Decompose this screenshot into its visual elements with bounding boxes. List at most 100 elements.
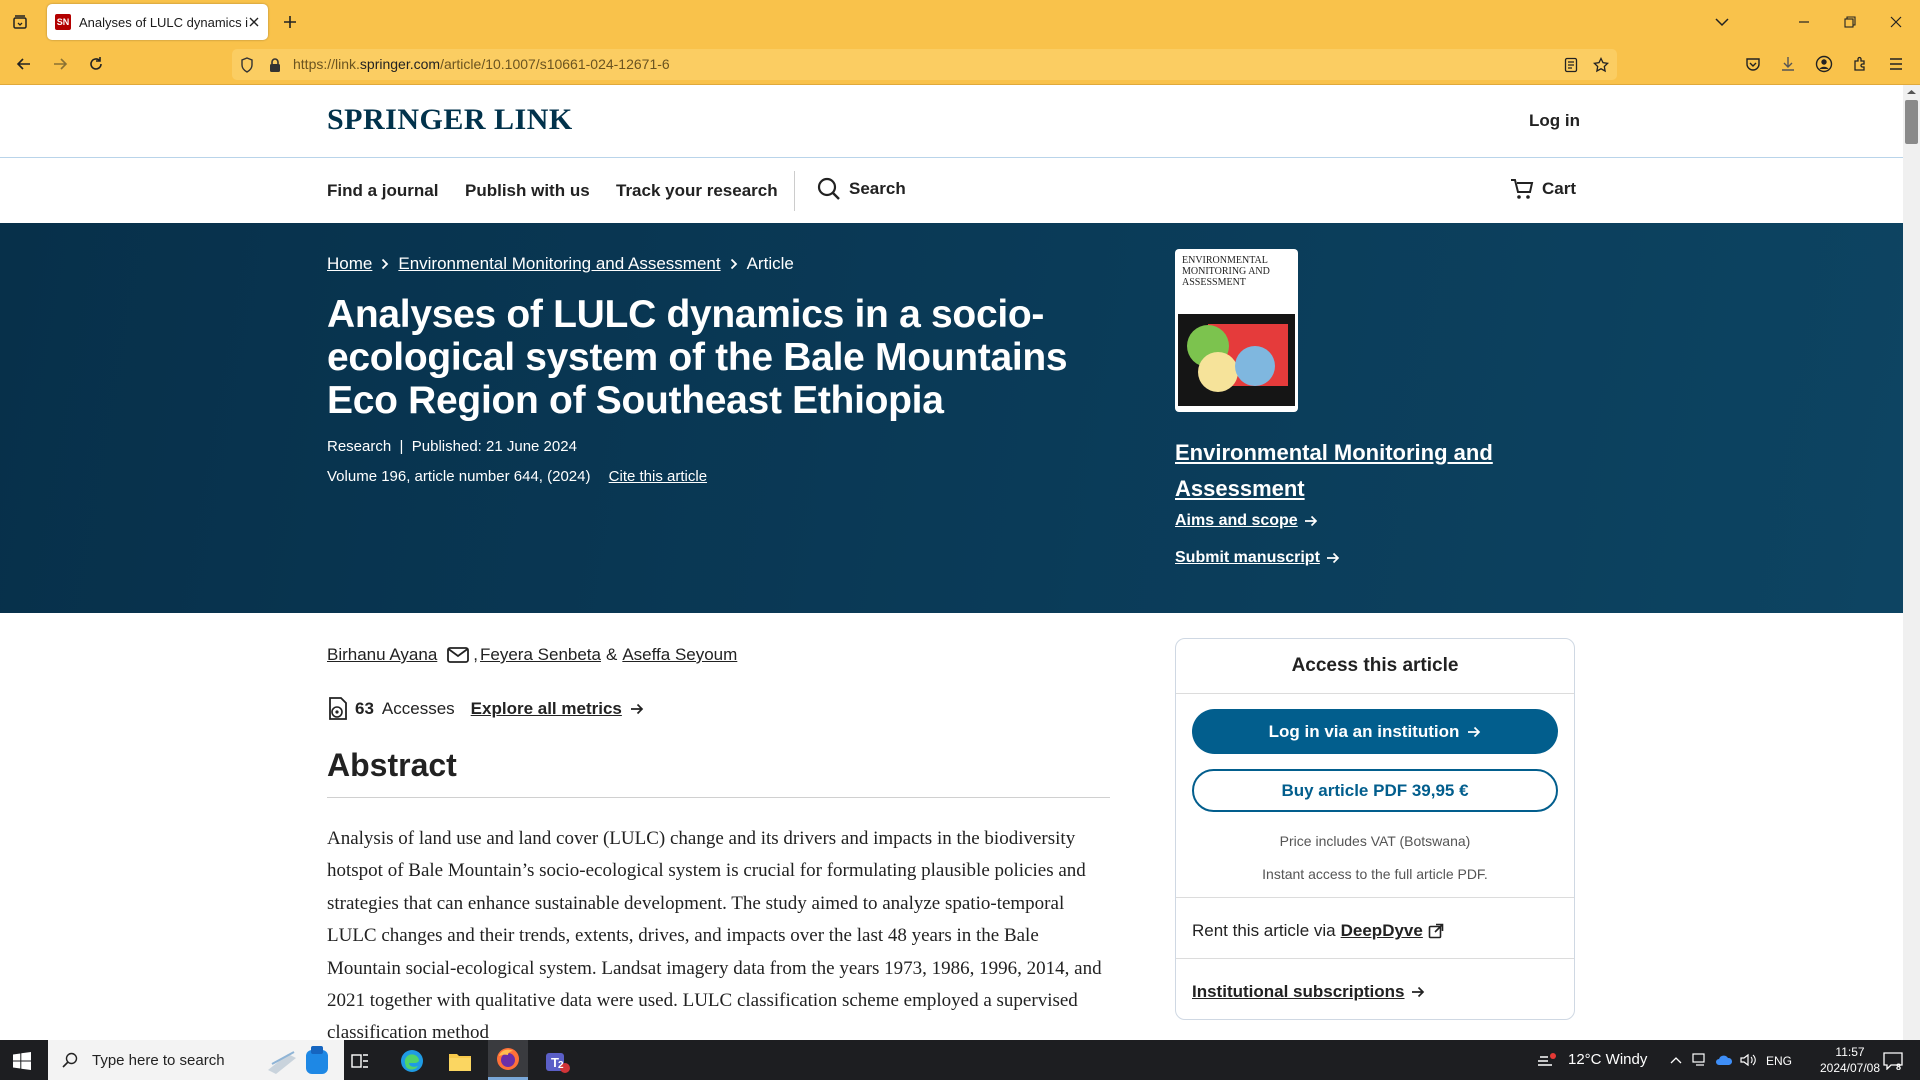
reader-view-icon[interactable]	[1560, 54, 1582, 76]
notifications-icon[interactable]	[1880, 1048, 1906, 1074]
article-type: Research	[327, 438, 392, 455]
new-tab-icon[interactable]	[278, 10, 302, 34]
find-journal-link[interactable]: Find a journal	[327, 181, 438, 201]
windows-start-icon[interactable]	[10, 1049, 34, 1073]
login-institution-button[interactable]: Log in via an institution	[1192, 709, 1558, 754]
input-language[interactable]: ENG	[1766, 1054, 1792, 1068]
close-tab-icon[interactable]	[248, 16, 260, 28]
firefox-taskbar-icon[interactable]	[488, 1040, 528, 1080]
bookmark-star-icon[interactable]	[1590, 54, 1612, 76]
access-heading: Access this article	[1176, 639, 1574, 694]
weather-text[interactable]: 12°C Windy	[1568, 1051, 1647, 1068]
volume-icon[interactable]	[1738, 1050, 1758, 1070]
divider	[1176, 897, 1574, 898]
tracking-protection-shield-icon[interactable]	[236, 54, 258, 76]
scrollbar-thumb[interactable]	[1905, 100, 1918, 144]
author-link[interactable]: Aseffa Seyoum	[622, 645, 737, 665]
breadcrumb-home[interactable]: Home	[327, 254, 372, 274]
system-clock[interactable]: 11:57 2024/07/08	[1818, 1044, 1882, 1076]
journal-cover[interactable]: ENVIRONMENTAL MONITORING AND ASSESSMENT	[1175, 249, 1298, 412]
search-button[interactable]: Search	[817, 177, 906, 201]
network-icon[interactable]	[1690, 1050, 1710, 1070]
breadcrumb-journal[interactable]: Environmental Monitoring and Assessment	[398, 254, 720, 274]
lock-icon[interactable]	[264, 54, 286, 76]
publish-date: Published: 21 June 2024	[411, 438, 577, 455]
nav-divider	[794, 171, 795, 211]
file-explorer-icon[interactable]	[446, 1047, 474, 1075]
email-icon[interactable]	[447, 647, 470, 663]
extensions-icon[interactable]	[1848, 52, 1872, 76]
institutional-subscriptions-link[interactable]: Institutional subscriptions	[1192, 982, 1425, 1002]
author-list: Birhanu Ayana , Feyera Senbeta & Aseffa …	[327, 645, 737, 665]
notification-count: 8	[1896, 1062, 1902, 1072]
arrow-right-icon	[630, 703, 644, 715]
taskbar-search[interactable]: Type here to search	[48, 1040, 344, 1080]
back-icon[interactable]	[12, 52, 36, 76]
web-page: SPRINGER LINK Log in Find a journal Publ…	[0, 85, 1903, 1040]
search-label: Search	[849, 179, 906, 198]
instant-access-note: Instant access to the full article PDF.	[1262, 866, 1488, 882]
author-link[interactable]: Birhanu Ayana	[327, 645, 437, 665]
onedrive-icon[interactable]	[1714, 1050, 1734, 1070]
show-hidden-icons-icon[interactable]	[1666, 1050, 1686, 1070]
page-scrollbar[interactable]	[1903, 85, 1920, 1040]
edge-icon[interactable]	[398, 1047, 426, 1075]
app-menu-icon[interactable]	[1884, 52, 1908, 76]
account-icon[interactable]	[1812, 52, 1836, 76]
tab-title: Analyses of LULC dynamics in a	[79, 14, 248, 30]
divider	[1176, 958, 1574, 959]
teams-icon[interactable]: T	[540, 1044, 574, 1078]
browser-tab[interactable]: SN Analyses of LULC dynamics in a	[47, 4, 268, 40]
access-article-box: Access this article Log in via an instit…	[1175, 638, 1575, 1020]
accesses-icon	[327, 697, 349, 721]
accesses-count: 63	[355, 699, 374, 718]
reload-icon[interactable]	[84, 52, 108, 76]
task-view-icon[interactable]	[348, 1049, 372, 1073]
article-hero: Home Environmental Monitoring and Assess…	[0, 223, 1903, 613]
rent-article: Rent this article via DeepDyve	[1192, 921, 1444, 941]
deepdyve-link[interactable]: DeepDyve	[1341, 921, 1423, 941]
minimize-window-icon[interactable]	[1792, 10, 1816, 34]
search-icon	[817, 177, 841, 201]
pocket-icon[interactable]	[1741, 52, 1765, 76]
cart-button[interactable]: Cart	[1510, 177, 1576, 201]
cart-icon	[1510, 177, 1534, 201]
springer-favicon-icon: SN	[55, 14, 71, 30]
clock-time: 11:57	[1835, 1045, 1865, 1059]
author-separator: ,	[473, 645, 479, 664]
springer-link-logo[interactable]: SPRINGER LINK	[327, 103, 573, 137]
forward-icon[interactable]	[48, 52, 72, 76]
abstract-divider	[327, 797, 1110, 798]
abstract-heading: Abstract	[327, 747, 457, 783]
submit-manuscript-link[interactable]: Submit manuscript	[1175, 549, 1340, 567]
abstract-text: Analysis of land use and land cover (LUL…	[327, 828, 1102, 1040]
volume-info: Volume 196, article number 644, (2024) C…	[327, 468, 707, 485]
taskbar-search-placeholder: Type here to search	[92, 1051, 225, 1069]
login-link[interactable]: Log in	[1529, 111, 1580, 131]
track-research-link[interactable]: Track your research	[616, 181, 778, 201]
breadcrumb: Home Environmental Monitoring and Assess…	[327, 254, 794, 274]
arrow-right-icon	[1304, 515, 1318, 527]
accesses-label: Accesses	[381, 699, 455, 718]
list-all-tabs-icon[interactable]	[1710, 10, 1734, 34]
explore-metrics-link[interactable]: Explore all metrics	[471, 699, 622, 719]
author-separator: &	[605, 645, 618, 664]
restore-window-icon[interactable]	[1838, 10, 1862, 34]
close-window-icon[interactable]	[1884, 10, 1908, 34]
publish-link[interactable]: Publish with us	[465, 181, 590, 201]
search-icon	[62, 1052, 78, 1068]
cover-artwork	[1178, 314, 1295, 406]
downloads-icon[interactable]	[1776, 52, 1800, 76]
site-header: SPRINGER LINK Log in	[0, 85, 1903, 158]
tab-list-icon[interactable]	[8, 10, 32, 34]
arrow-right-icon	[1326, 552, 1340, 564]
aims-scope-link[interactable]: Aims and scope	[1175, 512, 1318, 530]
author-link[interactable]: Feyera Senbeta	[480, 645, 601, 665]
journal-name-link[interactable]: Environmental Monitoring and Assessment	[1175, 435, 1505, 507]
weather-icon[interactable]	[1535, 1049, 1559, 1073]
cite-article-link[interactable]: Cite this article	[609, 468, 707, 485]
buy-pdf-button[interactable]: Buy article PDF 39,95 €	[1192, 769, 1558, 812]
search-highlight-icon	[258, 1044, 336, 1076]
article-title: Analyses of LULC dynamics in a socio-eco…	[327, 293, 1068, 422]
clock-date: 2024/07/08	[1819, 1061, 1881, 1075]
